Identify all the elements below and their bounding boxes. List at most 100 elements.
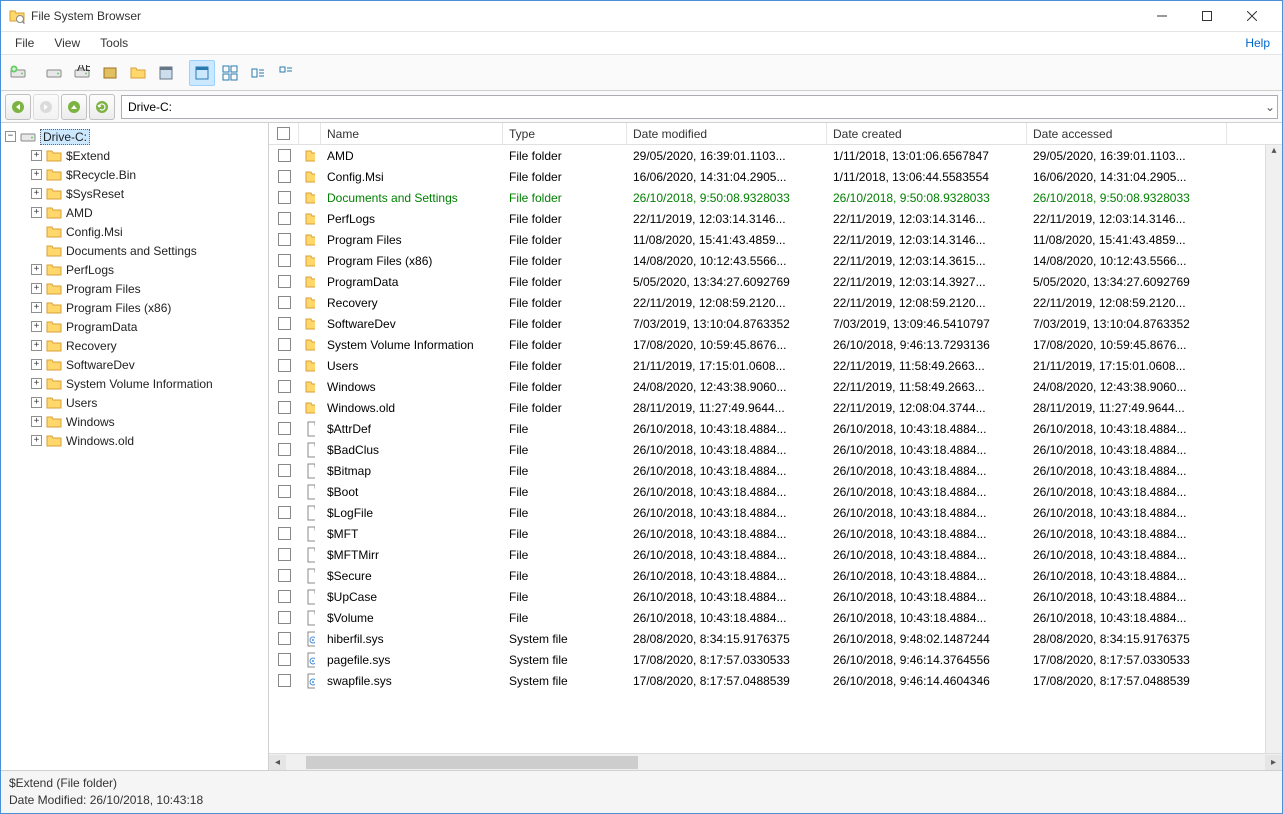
view-details-button[interactable] (245, 60, 271, 86)
menu-file[interactable]: File (7, 34, 42, 52)
expand-toggle[interactable]: + (31, 283, 42, 294)
tree-item[interactable]: +$Recycle.Bin (1, 165, 268, 184)
row-checkbox[interactable] (269, 506, 299, 519)
list-row[interactable]: $SecureFile26/10/2018, 10:43:18.4884...2… (269, 565, 1265, 586)
row-checkbox[interactable] (269, 653, 299, 666)
tree-item[interactable]: +Windows.old (1, 431, 268, 450)
expand-toggle[interactable]: + (31, 435, 42, 446)
expand-toggle[interactable]: + (31, 264, 42, 275)
row-checkbox[interactable] (269, 275, 299, 288)
header-type[interactable]: Type (503, 123, 627, 144)
close-button[interactable] (1229, 2, 1274, 30)
list-row[interactable]: $BootFile26/10/2018, 10:43:18.4884...26/… (269, 481, 1265, 502)
row-checkbox[interactable] (269, 485, 299, 498)
list-row[interactable]: UsersFile folder21/11/2019, 17:15:01.060… (269, 355, 1265, 376)
tool-folder-icon[interactable] (125, 60, 151, 86)
list-row[interactable]: $AttrDefFile26/10/2018, 10:43:18.4884...… (269, 418, 1265, 439)
tree-item[interactable]: +Users (1, 393, 268, 412)
add-image-button[interactable] (5, 60, 31, 86)
minimize-button[interactable] (1139, 2, 1184, 30)
expand-toggle[interactable]: + (31, 416, 42, 427)
list-row[interactable]: Program Files (x86)File folder14/08/2020… (269, 250, 1265, 271)
tree-item[interactable]: +Program Files (1, 279, 268, 298)
row-checkbox[interactable] (269, 590, 299, 603)
expand-toggle[interactable]: − (5, 131, 16, 142)
row-checkbox[interactable] (269, 338, 299, 351)
tree-item[interactable]: +PerfLogs (1, 260, 268, 279)
expand-toggle[interactable]: + (31, 150, 42, 161)
list-row[interactable]: $UpCaseFile26/10/2018, 10:43:18.4884...2… (269, 586, 1265, 607)
expand-toggle[interactable]: + (31, 207, 42, 218)
expand-toggle[interactable]: + (31, 302, 42, 313)
tool-disk-icon[interactable] (41, 60, 67, 86)
row-checkbox[interactable] (269, 212, 299, 225)
list-row[interactable]: $MFTFile26/10/2018, 10:43:18.4884...26/1… (269, 523, 1265, 544)
row-checkbox[interactable] (269, 611, 299, 624)
list-row[interactable]: PerfLogsFile folder22/11/2019, 12:03:14.… (269, 208, 1265, 229)
tree-item[interactable]: +Recovery (1, 336, 268, 355)
row-checkbox[interactable] (269, 443, 299, 456)
tool-box-icon[interactable] (97, 60, 123, 86)
tree-item[interactable]: +Windows (1, 412, 268, 431)
list-row[interactable]: $VolumeFile26/10/2018, 10:43:18.4884...2… (269, 607, 1265, 628)
tool-abc-icon[interactable]: ABC (69, 60, 95, 86)
row-checkbox[interactable] (269, 380, 299, 393)
row-checkbox[interactable] (269, 401, 299, 414)
address-bar[interactable]: Drive-C: ⌄ (121, 95, 1278, 119)
tree-item[interactable]: +System Volume Information (1, 374, 268, 393)
maximize-button[interactable] (1184, 2, 1229, 30)
list-row[interactable]: System Volume InformationFile folder17/0… (269, 334, 1265, 355)
list-row[interactable]: Config.MsiFile folder16/06/2020, 14:31:0… (269, 166, 1265, 187)
list-row[interactable]: swapfile.sysSystem file17/08/2020, 8:17:… (269, 670, 1265, 691)
header-checkbox[interactable] (269, 123, 299, 144)
row-checkbox[interactable] (269, 359, 299, 372)
list-row[interactable]: Program FilesFile folder11/08/2020, 15:4… (269, 229, 1265, 250)
list-row[interactable]: SoftwareDevFile folder7/03/2019, 13:10:0… (269, 313, 1265, 334)
tool-window-icon[interactable] (153, 60, 179, 86)
expand-toggle[interactable]: + (31, 378, 42, 389)
row-checkbox[interactable] (269, 233, 299, 246)
row-checkbox[interactable] (269, 632, 299, 645)
header-accessed[interactable]: Date accessed (1027, 123, 1227, 144)
tree-item[interactable]: +$Extend (1, 146, 268, 165)
expand-toggle[interactable]: + (31, 340, 42, 351)
list-row[interactable]: $BitmapFile26/10/2018, 10:43:18.4884...2… (269, 460, 1265, 481)
address-dropdown-icon[interactable]: ⌄ (1265, 100, 1275, 114)
list-row[interactable]: $LogFileFile26/10/2018, 10:43:18.4884...… (269, 502, 1265, 523)
row-checkbox[interactable] (269, 317, 299, 330)
list-row[interactable]: $BadClusFile26/10/2018, 10:43:18.4884...… (269, 439, 1265, 460)
expand-toggle[interactable]: + (31, 169, 42, 180)
row-checkbox[interactable] (269, 191, 299, 204)
tree-item[interactable]: +$SysReset (1, 184, 268, 203)
list-row[interactable]: WindowsFile folder24/08/2020, 12:43:38.9… (269, 376, 1265, 397)
list-row[interactable]: AMDFile folder29/05/2020, 16:39:01.1103.… (269, 145, 1265, 166)
row-checkbox[interactable] (269, 296, 299, 309)
expand-toggle[interactable]: + (31, 188, 42, 199)
row-checkbox[interactable] (269, 170, 299, 183)
row-checkbox[interactable] (269, 569, 299, 582)
view-small-button[interactable] (273, 60, 299, 86)
list-row[interactable]: $MFTMirrFile26/10/2018, 10:43:18.4884...… (269, 544, 1265, 565)
menu-help[interactable]: Help (1245, 36, 1276, 50)
row-checkbox[interactable] (269, 527, 299, 540)
tree-item[interactable]: +ProgramData (1, 317, 268, 336)
row-checkbox[interactable] (269, 674, 299, 687)
scroll-left-icon[interactable]: ◂ (269, 755, 286, 770)
row-checkbox[interactable] (269, 548, 299, 561)
tree-item[interactable]: Config.Msi (1, 222, 268, 241)
row-checkbox[interactable] (269, 254, 299, 267)
header-created[interactable]: Date created (827, 123, 1027, 144)
nav-refresh-button[interactable] (89, 94, 115, 120)
row-checkbox[interactable] (269, 149, 299, 162)
expand-toggle[interactable]: + (31, 321, 42, 332)
list-row[interactable]: ProgramDataFile folder5/05/2020, 13:34:2… (269, 271, 1265, 292)
vertical-scrollbar[interactable]: ▴ (1265, 145, 1282, 753)
nav-up-button[interactable] (61, 94, 87, 120)
menu-view[interactable]: View (46, 34, 88, 52)
view-large-icons-button[interactable] (189, 60, 215, 86)
expand-toggle[interactable]: + (31, 397, 42, 408)
tree-item[interactable]: +Program Files (x86) (1, 298, 268, 317)
list-row[interactable]: Documents and SettingsFile folder26/10/2… (269, 187, 1265, 208)
tree-root[interactable]: − Drive-C: (1, 127, 268, 146)
row-checkbox[interactable] (269, 464, 299, 477)
